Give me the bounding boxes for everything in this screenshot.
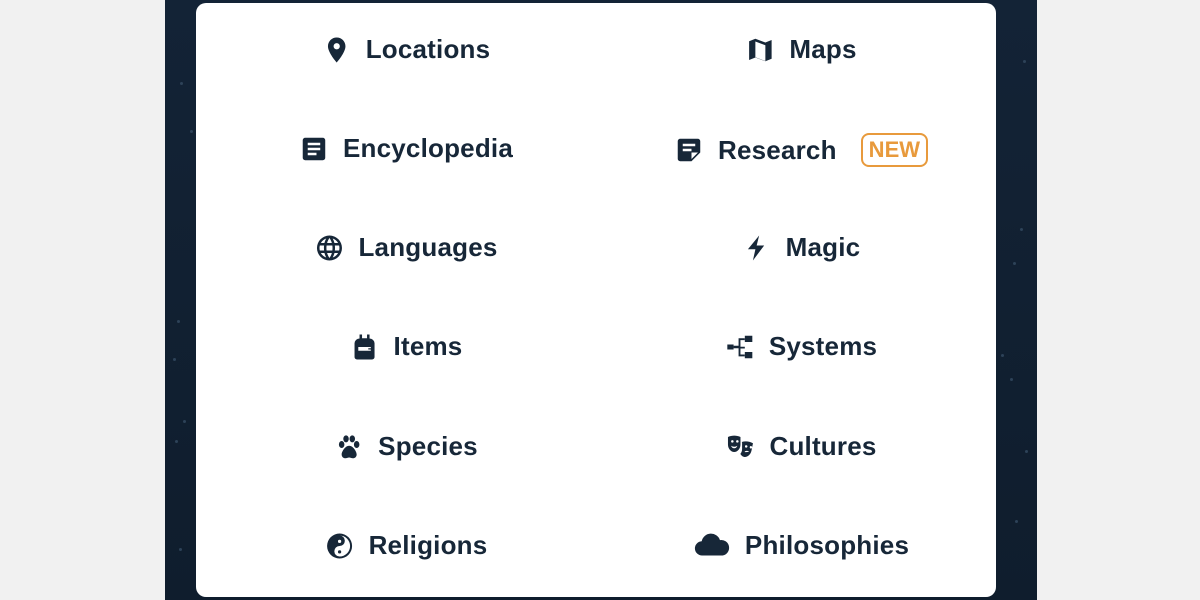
star-dot [1020, 228, 1023, 231]
globe-icon [314, 233, 344, 263]
star-dot [1015, 520, 1018, 523]
menu-card: Locations Encyclopedia Languages Items S [196, 3, 996, 597]
menu-item-label: Research [717, 134, 837, 165]
star-dot [1023, 60, 1026, 63]
yin-yang-icon [325, 531, 355, 561]
menu-item-cultures[interactable]: Cultures [725, 431, 876, 462]
star-dot [1013, 262, 1016, 265]
menu-item-label: Languages [358, 232, 498, 262]
menu-item-research[interactable]: Research NEW [674, 133, 929, 167]
star-dot [1010, 378, 1013, 381]
menu-item-label: Items [393, 331, 463, 361]
menu-item-locations[interactable]: Locations [322, 34, 491, 65]
new-badge: NEW [860, 133, 929, 167]
menu-item-encyclopedia[interactable]: Encyclopedia [299, 133, 513, 164]
note-icon [674, 135, 704, 165]
star-dot [183, 420, 186, 423]
star-dot [1001, 354, 1004, 357]
menu-item-philosophies[interactable]: Philosophies [693, 530, 909, 561]
theater-masks-icon [725, 432, 755, 462]
menu-item-label: Encyclopedia [342, 133, 514, 163]
menu-item-label: Locations [365, 34, 491, 64]
menu-item-label: Philosophies [744, 530, 910, 560]
lightning-icon [742, 233, 772, 263]
map-icon [745, 35, 775, 65]
star-dot [190, 130, 193, 133]
menu-item-label: Species [378, 431, 478, 461]
menu-item-species[interactable]: Species [334, 431, 478, 462]
star-dot [175, 440, 178, 443]
menu-item-religions[interactable]: Religions [325, 530, 488, 561]
hierarchy-icon [725, 332, 755, 362]
cloud-icon [693, 531, 731, 561]
menu-item-languages[interactable]: Languages [314, 232, 497, 263]
paw-icon [334, 432, 364, 462]
star-dot [1025, 450, 1028, 453]
document-icon [299, 134, 329, 164]
star-dot [177, 320, 180, 323]
map-pin-icon [322, 35, 352, 65]
star-dot [180, 82, 183, 85]
starfield-background: Locations Encyclopedia Languages Items S [165, 0, 1037, 600]
menu-item-label: Religions [368, 530, 488, 560]
menu-item-systems[interactable]: Systems [725, 331, 877, 362]
menu-item-magic[interactable]: Magic [742, 232, 861, 263]
star-dot [173, 358, 176, 361]
menu-item-maps[interactable]: Maps [745, 34, 856, 65]
menu-item-label: Systems [768, 331, 878, 361]
menu-item-label: Maps [789, 34, 857, 64]
star-dot [179, 548, 182, 551]
menu-item-label: Cultures [769, 431, 877, 461]
backpack-icon [350, 332, 380, 362]
menu-item-items[interactable]: Items [350, 331, 463, 362]
menu-item-label: Magic [785, 232, 861, 262]
